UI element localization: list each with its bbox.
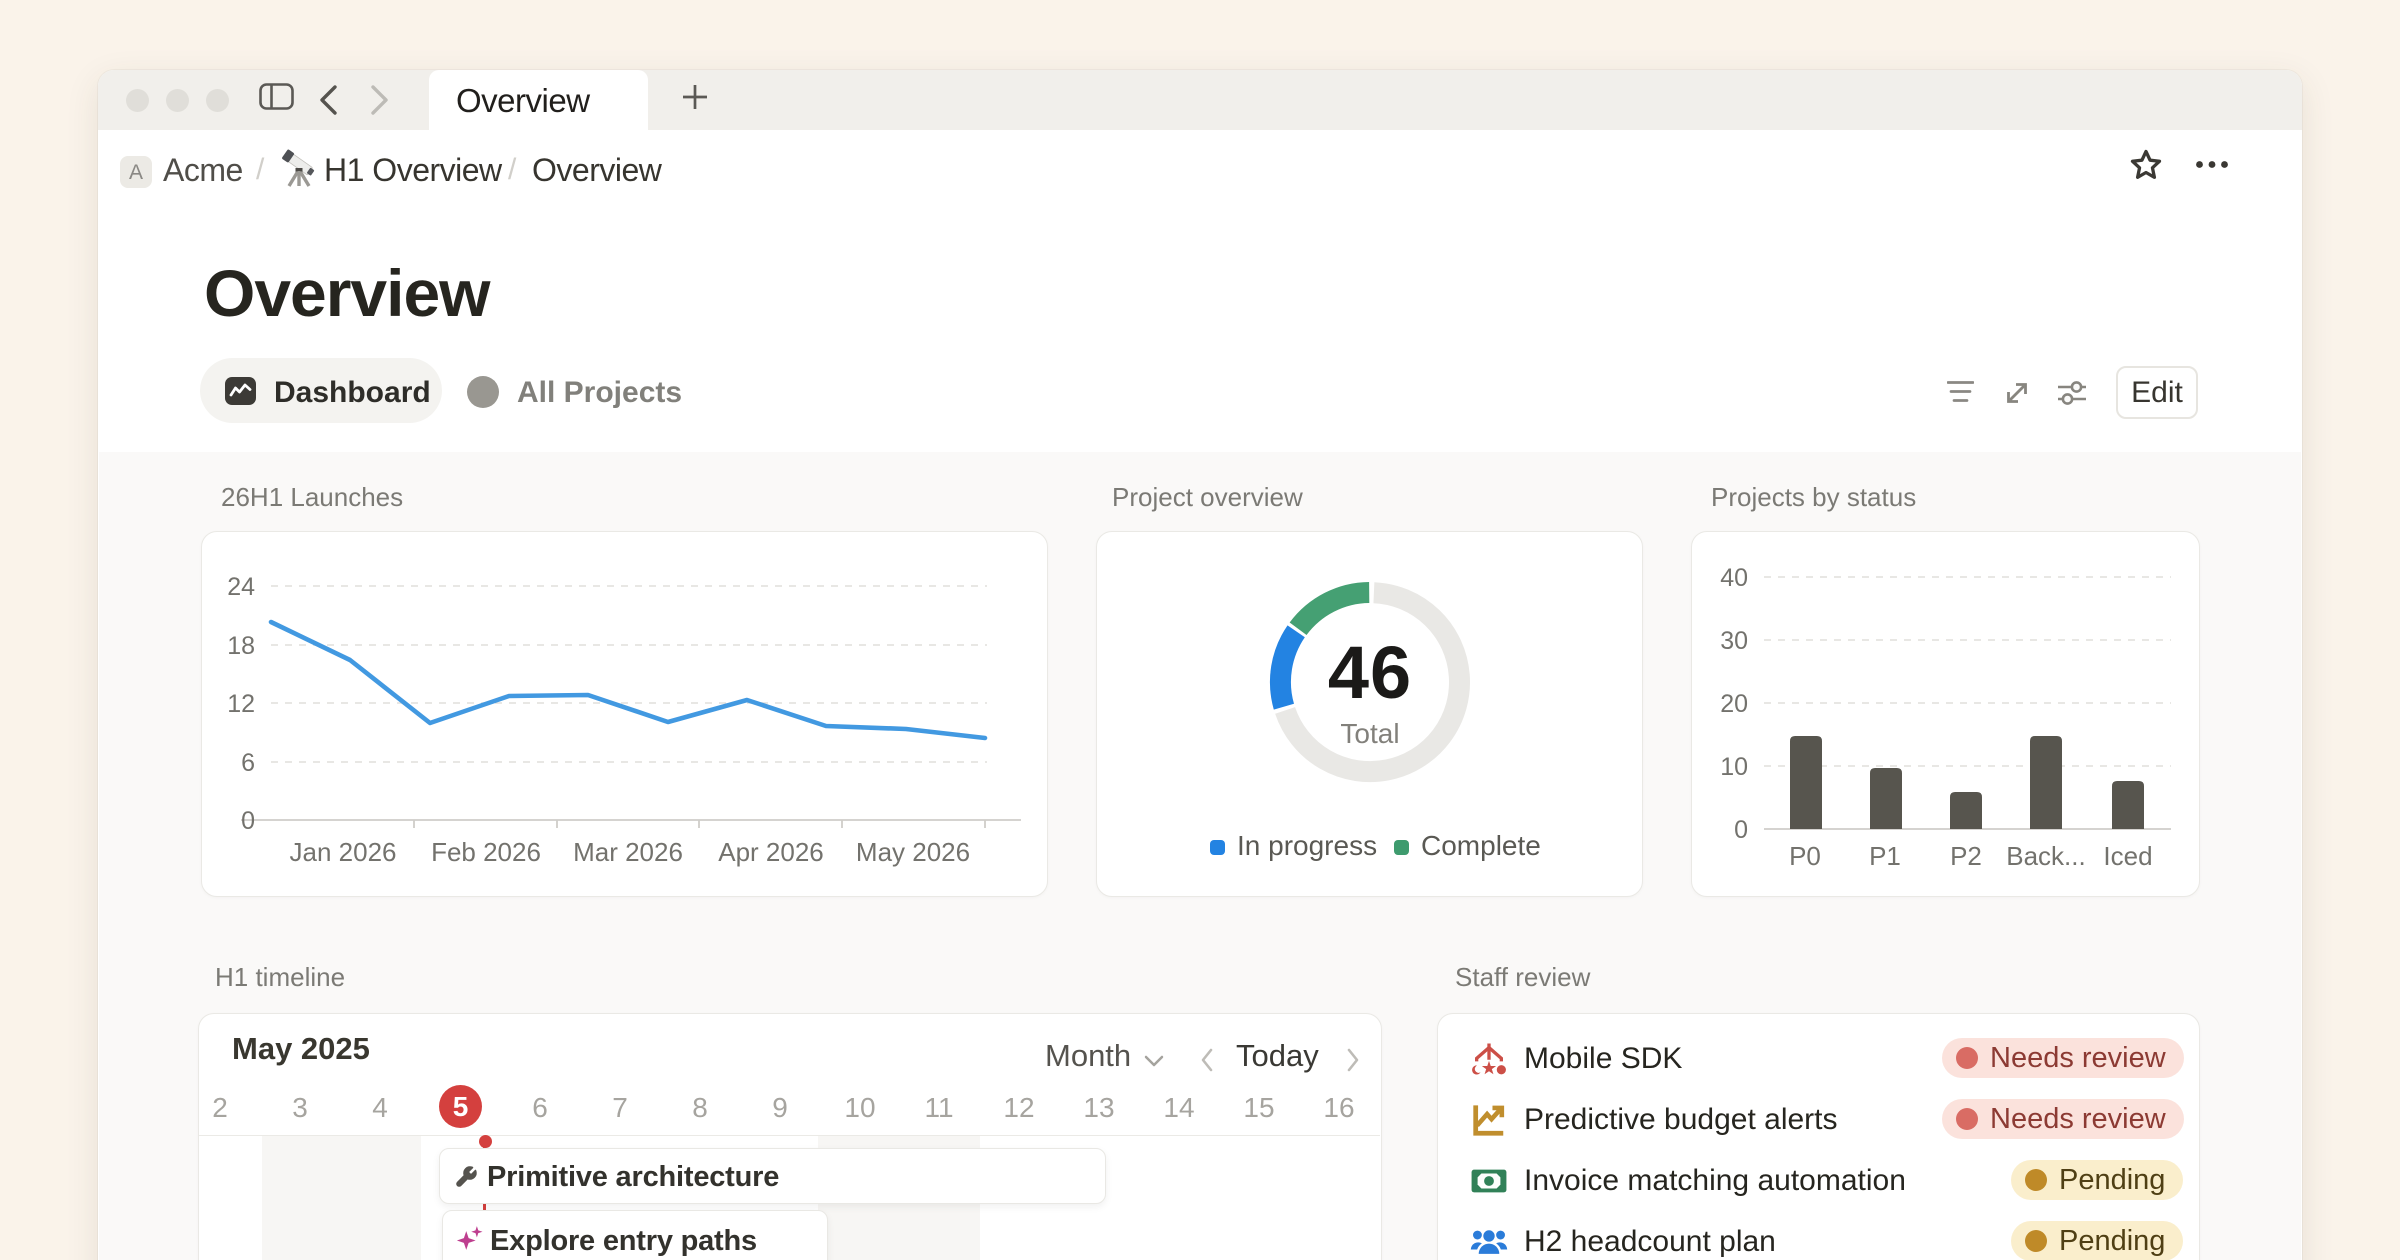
svg-text:6: 6 <box>241 749 255 777</box>
svg-text:P2: P2 <box>1950 841 1982 871</box>
svg-text:Mar 2026: Mar 2026 <box>573 837 683 867</box>
svg-text:0: 0 <box>1734 816 1748 844</box>
svg-text:10: 10 <box>1720 753 1748 781</box>
svg-text:18: 18 <box>227 632 255 660</box>
svg-text:Iced: Iced <box>2103 841 2152 871</box>
svg-text:30: 30 <box>1720 627 1748 655</box>
svg-text:Feb 2026: Feb 2026 <box>431 837 541 867</box>
svg-text:Total: Total <box>1340 718 1399 749</box>
svg-text:40: 40 <box>1720 564 1748 592</box>
svg-text:May 2026: May 2026 <box>856 837 970 867</box>
svg-text:20: 20 <box>1720 690 1748 718</box>
svg-text:Complete: Complete <box>1421 830 1541 861</box>
svg-text:P1: P1 <box>1869 841 1901 871</box>
svg-text:P0: P0 <box>1789 841 1821 871</box>
svg-text:Back...: Back... <box>2006 841 2085 871</box>
svg-text:Jan 2026: Jan 2026 <box>290 837 397 867</box>
svg-text:0: 0 <box>241 807 255 835</box>
svg-text:46: 46 <box>1328 631 1412 714</box>
svg-text:In progress: In progress <box>1237 830 1377 861</box>
svg-text:24: 24 <box>227 573 255 601</box>
svg-text:12: 12 <box>227 690 255 718</box>
svg-text:Apr 2026: Apr 2026 <box>718 837 824 867</box>
